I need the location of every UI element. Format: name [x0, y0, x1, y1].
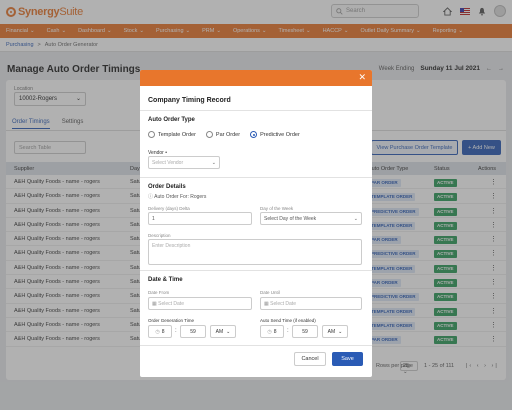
send-minute-value: 59 [302, 328, 308, 335]
divider [140, 110, 372, 111]
description-placeholder: Enter Description [152, 243, 191, 249]
generation-minute-input[interactable]: 59 [180, 325, 206, 338]
radio-button-selected[interactable] [250, 131, 258, 138]
radio-template-order[interactable]: Template Order [148, 131, 196, 138]
clock-icon: ◷ [267, 328, 272, 335]
modal-title: Company Timing Record [148, 97, 231, 104]
send-ampm-select[interactable]: AM ⌄ [322, 325, 348, 338]
send-hour-value: 8 [273, 328, 277, 335]
generation-hour-input[interactable]: ◷ 8 [148, 325, 172, 338]
day-of-week-label: Day of the Week [260, 206, 294, 211]
date-from-label: Date From [148, 290, 170, 295]
send-time-label: Auto Send Time (if enabled) [260, 318, 316, 323]
divider [140, 177, 372, 178]
time-colon: : [287, 328, 289, 334]
close-icon[interactable]: ✕ [358, 73, 366, 82]
radio-label: Template Order [158, 131, 196, 138]
date-until-label: Date Until [260, 290, 280, 295]
delivery-days-value: 1 [152, 215, 155, 222]
chevron-down-icon: ⌄ [211, 159, 216, 166]
send-minute-input[interactable]: 59 [292, 325, 318, 338]
date-from-input[interactable]: ▦ Select Date [148, 297, 252, 310]
order-details-title: Order Details [148, 184, 186, 190]
day-of-week-select[interactable]: Select Day of the Week ⌄ [260, 212, 362, 225]
vendor-placeholder: Select Vendor [152, 159, 184, 166]
description-textarea[interactable]: Enter Description [148, 239, 362, 265]
send-ampm-value: AM [327, 328, 336, 335]
divider [140, 270, 372, 271]
radio-predictive-order[interactable]: Predictive Order [250, 131, 300, 138]
chevron-down-icon: ⌄ [226, 328, 231, 335]
generation-minute-value: 59 [190, 328, 196, 335]
radio-par-order[interactable]: Par Order [205, 131, 241, 138]
divider [140, 345, 372, 346]
radio-label: Par Order [215, 131, 241, 138]
auto-order-type-title: Auto Order Type [148, 117, 195, 123]
delivery-days-input[interactable]: 1 [148, 212, 252, 225]
time-colon: : [175, 328, 177, 334]
delivery-days-label: Delivery (days) Delta [148, 206, 190, 211]
generation-time-label: Order Generation Time [148, 318, 195, 323]
radio-button[interactable] [205, 131, 213, 138]
date-time-title: Date & Time [148, 277, 183, 283]
description-label: Description [148, 233, 171, 238]
vendor-select[interactable]: Select Vendor ⌄ [148, 156, 220, 169]
chevron-down-icon: ⌄ [338, 328, 343, 335]
clock-icon: ◷ [155, 328, 160, 335]
generation-hour-value: 8 [161, 328, 165, 335]
chevron-down-icon: ⌄ [353, 215, 358, 222]
company-timing-modal: ✕ Company Timing Record Auto Order Type … [140, 70, 372, 377]
auto-order-type-radios: Template Order Par Order Predictive Orde… [148, 131, 300, 138]
modal-header: ✕ [140, 70, 372, 86]
date-until-placeholder: Select Date [270, 300, 296, 307]
auto-order-for-text: Auto Order For: Rogers [154, 194, 207, 200]
auto-order-for: ⓘ Auto Order For: Rogers [148, 193, 206, 200]
radio-label: Predictive Order [260, 131, 300, 138]
generation-ampm-value: AM [215, 328, 224, 335]
send-hour-input[interactable]: ◷ 8 [260, 325, 284, 338]
save-button[interactable]: Save [332, 352, 363, 366]
day-of-week-placeholder: Select Day of the Week [264, 215, 317, 222]
date-until-input[interactable]: ▦ Select Date [260, 297, 362, 310]
cancel-button[interactable]: Cancel [294, 352, 326, 366]
radio-button[interactable] [148, 131, 155, 138]
date-from-placeholder: Select Date [158, 300, 184, 307]
generation-ampm-select[interactable]: AM ⌄ [210, 325, 236, 338]
